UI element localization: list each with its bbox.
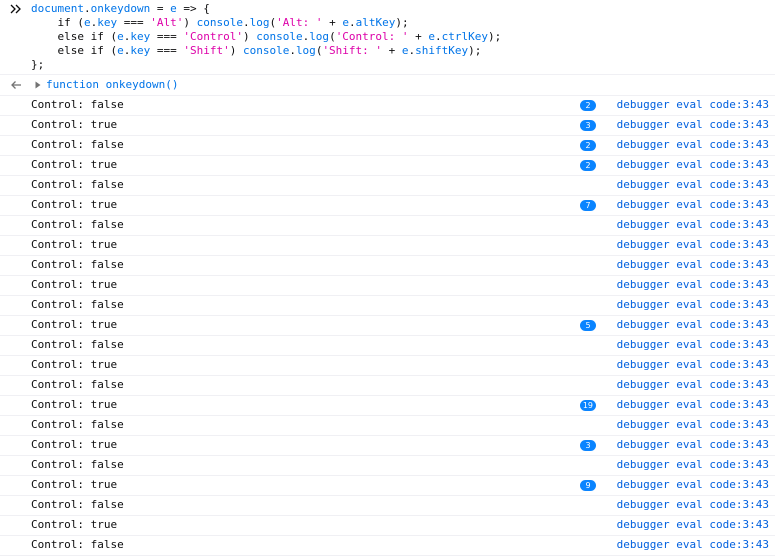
log-row[interactable]: Control: true 5 debugger eval code:3:43 xyxy=(0,316,775,336)
log-message: Control: true xyxy=(31,318,118,331)
log-row[interactable]: Control: false debugger eval code:3:43 xyxy=(0,416,775,436)
arrow-left-icon xyxy=(11,81,21,89)
chevrons-right-icon xyxy=(10,4,21,14)
source-location-link[interactable]: debugger eval code:3:43 xyxy=(617,158,769,172)
log-message: Control: true xyxy=(31,278,118,291)
log-row[interactable]: Control: true 2 debugger eval code:3:43 xyxy=(0,156,775,176)
log-row[interactable]: Control: false 2 debugger eval code:3:43 xyxy=(0,96,775,116)
log-row[interactable]: Control: false 2 debugger eval code:3:43 xyxy=(0,136,775,156)
log-row[interactable]: Control: true 3 debugger eval code:3:43 xyxy=(0,116,775,136)
log-message: Control: true xyxy=(31,158,118,171)
source-location-link[interactable]: debugger eval code:3:43 xyxy=(617,218,769,232)
result-function-label[interactable]: function onkeydown() xyxy=(46,78,178,92)
log-message: Control: false xyxy=(31,98,124,111)
log-row[interactable]: Control: true 9 debugger eval code:3:43 xyxy=(0,476,775,496)
log-row[interactable]: Control: false debugger eval code:3:43 xyxy=(0,536,775,556)
source-location-link[interactable]: debugger eval code:3:43 xyxy=(617,258,769,272)
code-line-3: else if (e.key === 'Control') console.lo… xyxy=(31,30,502,43)
log-row[interactable]: Control: false debugger eval code:3:43 xyxy=(0,296,775,316)
log-message: Control: true xyxy=(31,438,118,451)
log-message: Control: false xyxy=(31,538,124,551)
source-location-link[interactable]: debugger eval code:3:43 xyxy=(617,358,769,372)
log-message: Control: false xyxy=(31,138,124,151)
source-location-link[interactable]: debugger eval code:3:43 xyxy=(617,138,769,152)
log-row[interactable]: Control: false debugger eval code:3:43 xyxy=(0,216,775,236)
log-row[interactable]: Control: true 3 debugger eval code:3:43 xyxy=(0,436,775,456)
repeat-count-badge: 9 xyxy=(580,480,596,491)
log-message: Control: false xyxy=(31,498,124,511)
log-message: Control: false xyxy=(31,298,124,311)
source-location-link[interactable]: debugger eval code:3:43 xyxy=(617,518,769,532)
log-row[interactable]: Control: false debugger eval code:3:43 xyxy=(0,496,775,516)
log-message: Control: true xyxy=(31,238,118,251)
log-row[interactable]: Control: false debugger eval code:3:43 xyxy=(0,336,775,356)
source-location-link[interactable]: debugger eval code:3:43 xyxy=(617,318,769,332)
console-input-echo[interactable]: document.onkeydown = e => { if (e.key ==… xyxy=(0,0,775,75)
log-message: Control: false xyxy=(31,258,124,271)
repeat-count-badge: 5 xyxy=(580,320,596,331)
source-location-link[interactable]: debugger eval code:3:43 xyxy=(617,378,769,392)
log-message: Control: false xyxy=(31,458,124,471)
log-message: Control: false xyxy=(31,218,124,231)
log-message: Control: true xyxy=(31,358,118,371)
source-location-link[interactable]: debugger eval code:3:43 xyxy=(617,238,769,252)
log-message: Control: false xyxy=(31,378,124,391)
log-message: Control: true xyxy=(31,118,118,131)
log-row[interactable]: Control: true 19 debugger eval code:3:43 xyxy=(0,396,775,416)
source-location-link[interactable]: debugger eval code:3:43 xyxy=(617,438,769,452)
code-line-5: }; xyxy=(31,58,45,71)
source-location-link[interactable]: debugger eval code:3:43 xyxy=(617,298,769,312)
console-output: document.onkeydown = e => { if (e.key ==… xyxy=(0,0,775,556)
repeat-count-badge: 7 xyxy=(580,200,596,211)
repeat-count-badge: 19 xyxy=(579,400,596,411)
repeat-count-badge: 3 xyxy=(580,120,596,131)
code-line-4: else if (e.key === 'Shift') console.log(… xyxy=(31,44,482,57)
code-line-2: if (e.key === 'Alt') console.log('Alt: '… xyxy=(31,16,409,29)
source-location-link[interactable]: debugger eval code:3:43 xyxy=(617,198,769,212)
source-location-link[interactable]: debugger eval code:3:43 xyxy=(617,538,769,552)
log-row[interactable]: Control: false debugger eval code:3:43 xyxy=(0,176,775,196)
log-message: Control: true xyxy=(31,398,118,411)
log-row[interactable]: Control: false debugger eval code:3:43 xyxy=(0,376,775,396)
source-location-link[interactable]: debugger eval code:3:43 xyxy=(617,278,769,292)
log-row[interactable]: Control: true debugger eval code:3:43 xyxy=(0,516,775,536)
log-message: Control: true xyxy=(31,478,118,491)
console-result-row[interactable]: function onkeydown() xyxy=(0,75,775,96)
log-message: Control: false xyxy=(31,418,124,431)
source-location-link[interactable]: debugger eval code:3:43 xyxy=(617,478,769,492)
repeat-count-badge: 2 xyxy=(580,140,596,151)
source-location-link[interactable]: debugger eval code:3:43 xyxy=(617,178,769,192)
repeat-count-badge: 2 xyxy=(580,160,596,171)
source-location-link[interactable]: debugger eval code:3:43 xyxy=(617,458,769,472)
log-message: Control: true xyxy=(31,518,118,531)
triangle-right-icon[interactable] xyxy=(34,81,42,89)
log-message: Control: false xyxy=(31,338,124,351)
source-location-link[interactable]: debugger eval code:3:43 xyxy=(617,118,769,132)
log-row[interactable]: Control: true debugger eval code:3:43 xyxy=(0,276,775,296)
log-list: Control: false 2 debugger eval code:3:43 Co… xyxy=(0,96,775,556)
code-line-1: document.onkeydown = e => { xyxy=(31,2,210,15)
log-message: Control: true xyxy=(31,198,118,211)
source-location-link[interactable]: debugger eval code:3:43 xyxy=(617,398,769,412)
log-message: Control: false xyxy=(31,178,124,191)
log-row[interactable]: Control: true debugger eval code:3:43 xyxy=(0,236,775,256)
log-row[interactable]: Control: false debugger eval code:3:43 xyxy=(0,256,775,276)
log-row[interactable]: Control: true debugger eval code:3:43 xyxy=(0,356,775,376)
repeat-count-badge: 2 xyxy=(580,100,596,111)
log-row[interactable]: Control: true 7 debugger eval code:3:43 xyxy=(0,196,775,216)
source-location-link[interactable]: debugger eval code:3:43 xyxy=(617,498,769,512)
source-location-link[interactable]: debugger eval code:3:43 xyxy=(617,418,769,432)
repeat-count-badge: 3 xyxy=(580,440,596,451)
source-location-link[interactable]: debugger eval code:3:43 xyxy=(617,338,769,352)
log-row[interactable]: Control: false debugger eval code:3:43 xyxy=(0,456,775,476)
source-location-link[interactable]: debugger eval code:3:43 xyxy=(617,98,769,112)
